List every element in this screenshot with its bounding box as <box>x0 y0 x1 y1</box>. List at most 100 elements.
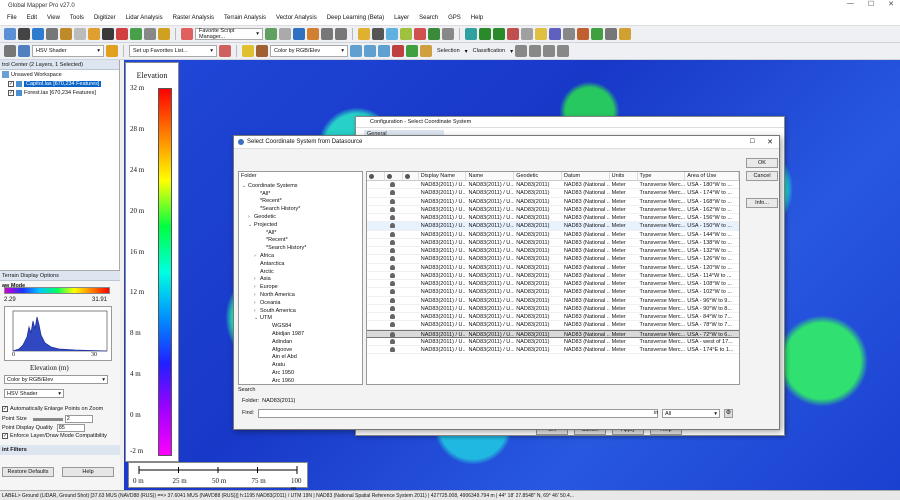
restore-defaults-button[interactable]: Restore Defaults <box>2 467 54 477</box>
folder-tree-item[interactable]: › South America <box>239 307 362 315</box>
road-icon[interactable] <box>577 28 589 40</box>
contour-icon[interactable] <box>428 28 440 40</box>
vegetation-icon[interactable] <box>591 28 603 40</box>
menu-terrain-analysis[interactable]: Terrain Analysis <box>219 15 271 21</box>
save-icon[interactable] <box>32 28 44 40</box>
folder-tree-item[interactable]: Aratu <box>239 361 362 369</box>
table-row[interactable]: NAD83(2011) / U... NAD83(2011) / U... NAD8… <box>367 313 739 322</box>
table-row[interactable]: NAD83(2011) / U... NAD83(2011) / U... NAD8… <box>367 338 739 346</box>
folder-tree-item[interactable]: Arctic <box>239 268 362 276</box>
table-row[interactable]: NAD83(2011) / U... NAD83(2011) / U... NAD8… <box>367 272 739 280</box>
class-tool-3-icon[interactable] <box>543 45 556 57</box>
pencil-icon[interactable] <box>256 45 268 57</box>
layer-visibility-checkbox[interactable]: ✓ <box>8 80 14 87</box>
search-options-icon[interactable]: ⚙ <box>724 409 733 418</box>
table-row[interactable]: NAD83(2011) / U... NAD83(2011) / U... NAD8… <box>367 297 739 305</box>
column-header-name[interactable]: Name <box>466 172 515 180</box>
pan-icon[interactable] <box>130 28 142 40</box>
ground-icon[interactable] <box>521 28 533 40</box>
open-data-icon[interactable] <box>18 28 30 40</box>
folder-icon[interactable] <box>60 28 72 40</box>
shader-select[interactable]: HSV Shader ▾ <box>4 389 64 398</box>
powerline-icon[interactable] <box>507 28 519 40</box>
auto-enlarge-checkbox[interactable]: ✓ <box>2 406 8 412</box>
menu-edit[interactable]: Edit <box>22 15 42 21</box>
point-size-input[interactable]: 2 <box>64 415 93 423</box>
building-icon[interactable] <box>493 28 505 40</box>
table-row[interactable]: NAD83(2011) / U... NAD83(2011) / U... NAD8… <box>367 222 739 231</box>
favorites-dropdown[interactable]: Set up Favorites List... ▾ <box>129 45 217 57</box>
column-header-type[interactable]: Type <box>638 172 686 180</box>
tree-icon[interactable] <box>479 28 491 40</box>
class-tool-2-icon[interactable] <box>529 45 542 57</box>
table-row[interactable]: NAD83(2011) / U... NAD83(2011) / U... NAD8… <box>367 288 739 297</box>
favorites-icon[interactable] <box>106 45 118 57</box>
navigate-icon[interactable] <box>293 28 305 40</box>
search-scope-select[interactable]: All ▾ <box>662 409 720 418</box>
noise-icon[interactable] <box>535 28 547 40</box>
quality-input[interactable]: 85 <box>56 424 85 432</box>
folder-tree-item[interactable]: › North America <box>239 291 362 299</box>
folder-tree-item[interactable]: Adindan <box>239 338 362 346</box>
menu-view[interactable]: View <box>42 15 65 21</box>
folder-tree-item[interactable]: Arc 1950 <box>239 369 362 377</box>
table-row[interactable]: NAD83(2011) / U... NAD83(2011) / U... NAD8… <box>367 189 739 198</box>
layer-row[interactable]: ✓ Capitol.las [670,234 Features] <box>0 79 119 88</box>
lidar-edit-icon[interactable] <box>420 45 432 57</box>
close-icon[interactable]: ✕ <box>767 138 773 146</box>
menu-help[interactable]: Help <box>466 15 488 21</box>
elevation-range-slider[interactable] <box>4 287 110 294</box>
shader-dropdown[interactable]: HSV Shader ▾ <box>32 45 104 57</box>
color-mode-select[interactable]: Color by RGB/Elev ▾ <box>4 375 108 384</box>
folder-tree-item[interactable]: ⌄ Coordinate Systems <box>239 182 362 190</box>
folder-tree-item[interactable]: › Asia <box>239 276 362 284</box>
lidar-select-icon[interactable] <box>350 45 362 57</box>
folder-tree-item[interactable]: Ain el Abd <box>239 354 362 362</box>
find-input[interactable] <box>258 409 658 418</box>
table-row[interactable]: NAD83(2011) / U... NAD83(2011) / U... NAD8… <box>367 247 739 256</box>
measure-icon[interactable] <box>144 28 156 40</box>
digitize-icon[interactable] <box>372 28 384 40</box>
column-header-units[interactable]: Units <box>610 172 638 180</box>
menu-deep-learning-beta[interactable]: Deep Learning (Beta) <box>322 15 389 21</box>
selection-menu[interactable]: Selection <box>434 48 463 54</box>
folder-tree-item[interactable]: › Europe <box>239 283 362 291</box>
table-row[interactable]: NAD83(2011) / U... NAD83(2011) / U... NAD8… <box>367 346 739 355</box>
lidar-class-icon[interactable] <box>406 45 418 57</box>
lidar-icon[interactable] <box>386 28 398 40</box>
table-row[interactable]: NAD83(2011) / U... NAD83(2011) / U... NAD8… <box>367 321 739 330</box>
column-header-geodetic[interactable]: Geodetic <box>514 172 562 180</box>
table-row[interactable]: NAD83(2011) / U... NAD83(2011) / U... NAD8… <box>367 214 739 223</box>
menu-tools[interactable]: Tools <box>65 15 89 21</box>
lidar-delete-icon[interactable] <box>392 45 404 57</box>
layers-icon[interactable] <box>88 28 100 40</box>
lidar-select-3-icon[interactable] <box>378 45 390 57</box>
close-icon[interactable]: ✕ <box>888 0 894 8</box>
table-row[interactable]: NAD83(2011) / U... NAD83(2011) / U... NAD8… <box>367 264 739 272</box>
color-mode-dropdown[interactable]: Color by RGB/Elev ▾ <box>270 45 348 57</box>
help-button[interactable]: Help <box>62 467 114 477</box>
print-icon[interactable] <box>46 28 58 40</box>
column-header-area-of-use[interactable]: Area of Use <box>685 172 739 180</box>
menu-search[interactable]: Search <box>414 15 443 21</box>
table-row[interactable]: NAD83(2011) / U... NAD83(2011) / U... NAD8… <box>367 239 739 247</box>
cancel-button[interactable]: Cancel <box>746 171 778 181</box>
point-size-slider[interactable] <box>32 417 63 421</box>
folder-tree-item[interactable]: ⌄ UTM <box>239 315 362 323</box>
info-button[interactable]: Info... <box>746 198 778 208</box>
classification-menu[interactable]: Classification <box>470 48 508 54</box>
edit-icon[interactable] <box>358 28 370 40</box>
folder-tree-item[interactable]: WGS84 <box>239 322 362 330</box>
hillshade-icon[interactable] <box>18 45 30 57</box>
menu-vector-analysis[interactable]: Vector Analysis <box>271 15 322 21</box>
class-tool-icon[interactable] <box>515 45 528 57</box>
layer-row[interactable]: ✓ Forest.las [670,234 Features] <box>0 88 119 97</box>
point-filters-header[interactable]: int Filters <box>0 445 120 455</box>
menu-lidar-analysis[interactable]: Lidar Analysis <box>121 15 168 21</box>
maximize-icon[interactable]: ☐ <box>750 138 755 145</box>
column-header-display-name[interactable]: Display Name <box>419 172 467 180</box>
script-dropdown[interactable]: Favorite Script Manager... ▾ <box>195 28 263 40</box>
enforce-checkbox[interactable]: ✓ <box>2 433 8 439</box>
pointer-icon[interactable] <box>102 28 114 40</box>
menu-layer[interactable]: Layer <box>389 15 414 21</box>
